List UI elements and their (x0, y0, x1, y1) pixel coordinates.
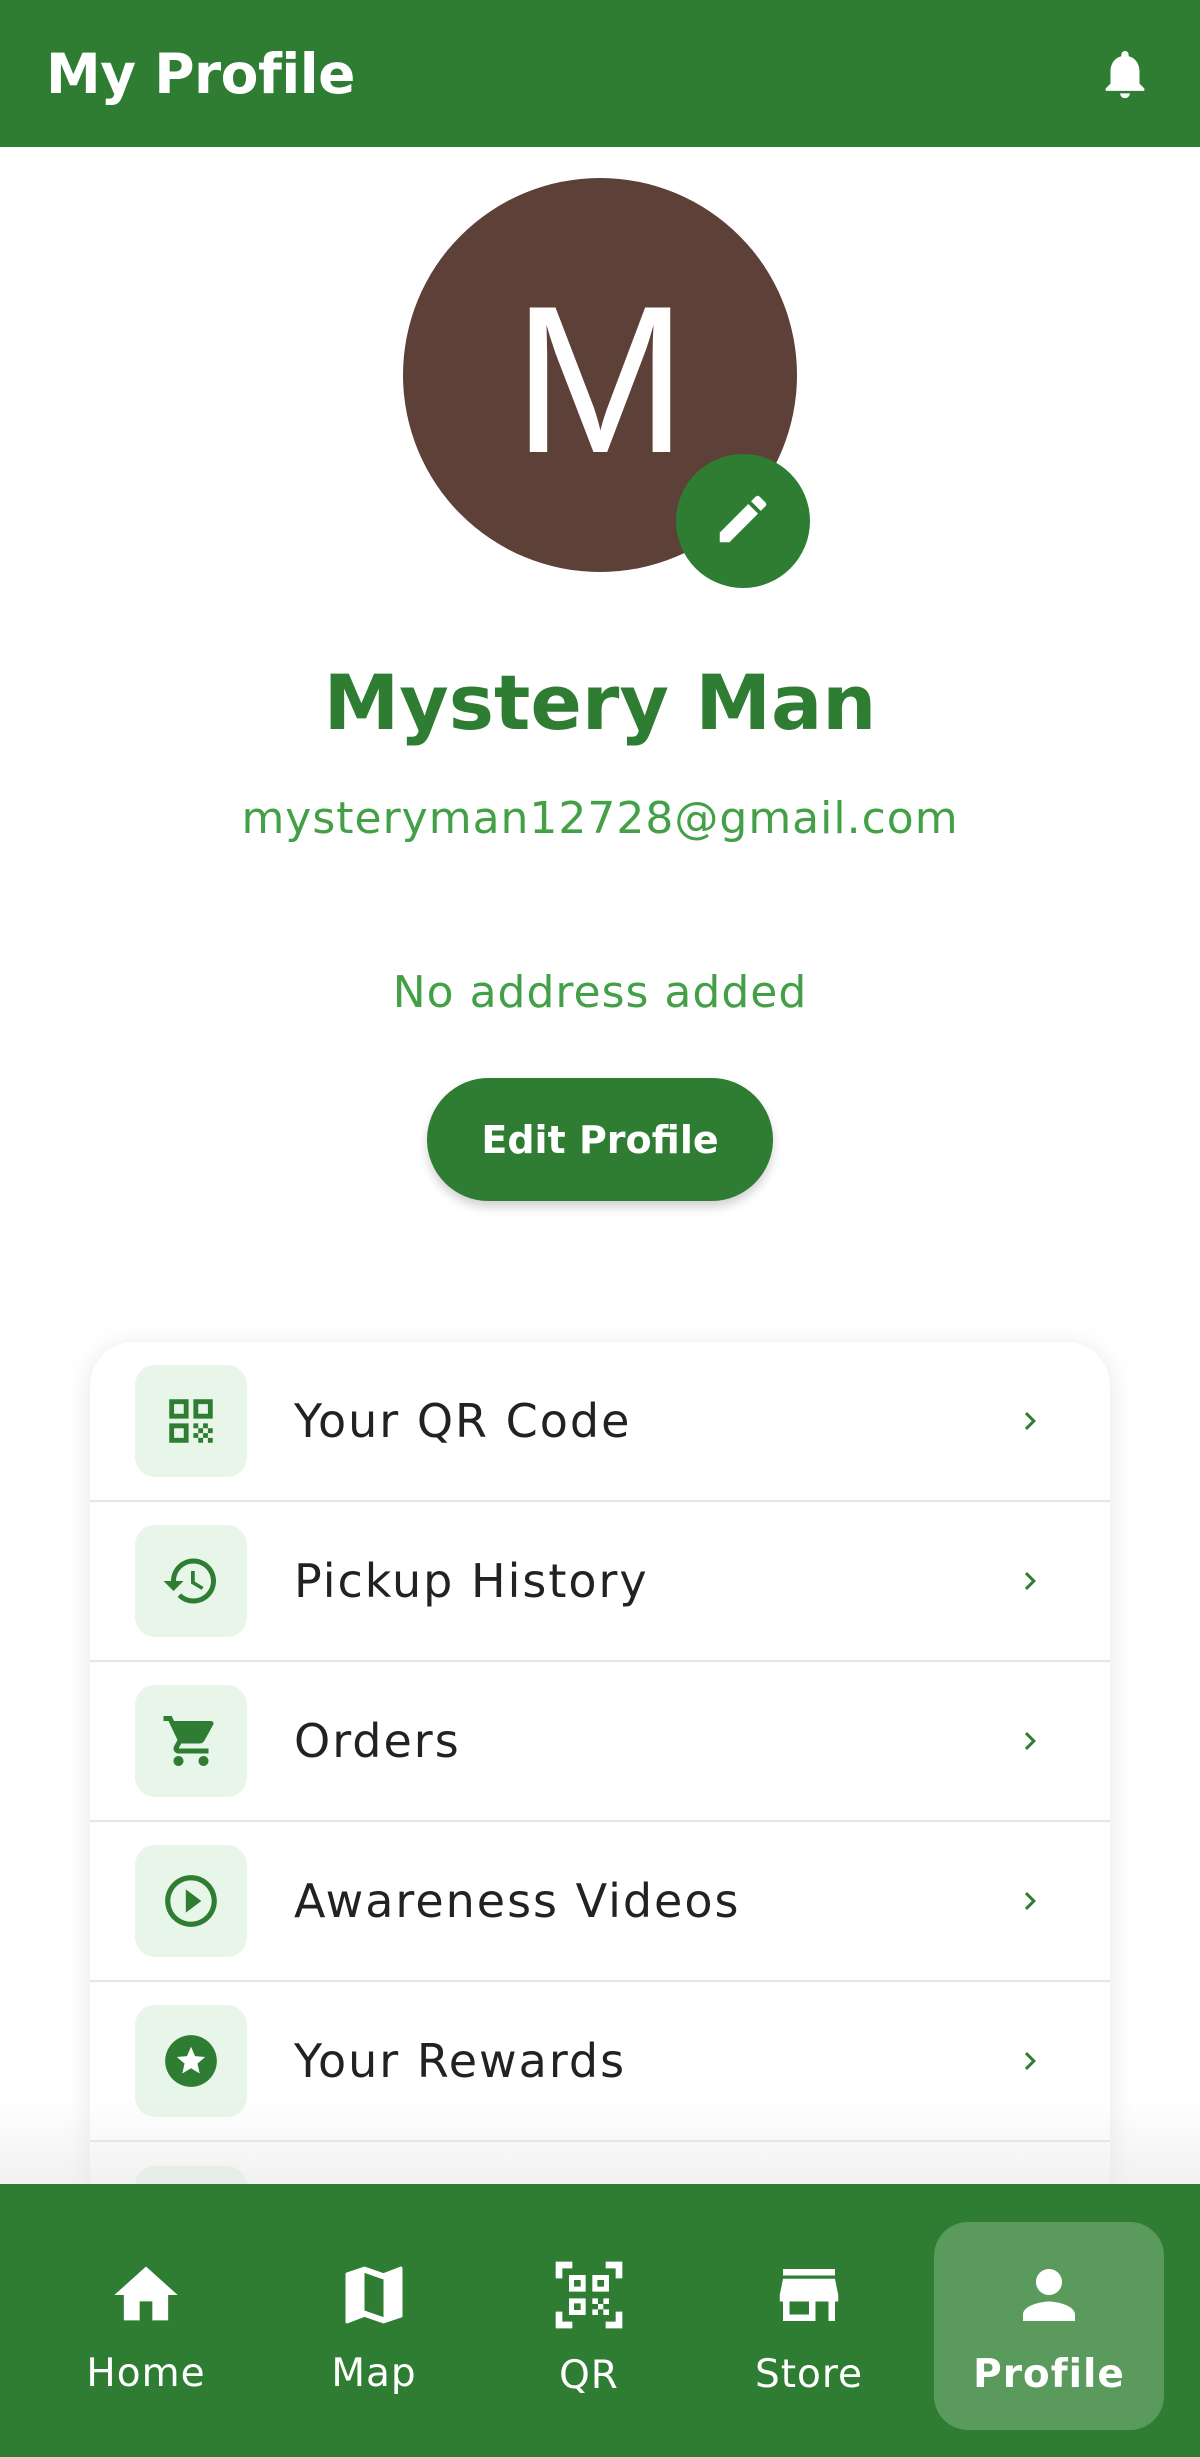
history-icon (135, 1525, 247, 1637)
edit-avatar-button[interactable] (676, 454, 810, 588)
nav-label: Store (754, 2351, 864, 2397)
menu-item-awareness-videos[interactable]: Awareness Videos (90, 1822, 1110, 1982)
notifications-bell-icon[interactable] (1094, 39, 1156, 109)
qr-scan-icon (549, 2255, 629, 2339)
chevron-right-icon (1010, 1721, 1050, 1761)
profile-address: No address added (392, 967, 808, 1018)
menu-item-label: Your Rewards (294, 2034, 627, 2088)
nav-qr[interactable]: QR (499, 2222, 679, 2430)
qr-code-icon (135, 1365, 247, 1477)
page-title: My Profile (46, 41, 355, 106)
nav-label: Profile (973, 2351, 1125, 2397)
chevron-right-icon (1010, 2041, 1050, 2081)
menu-item-label: Orders (294, 1714, 461, 1768)
nav-profile[interactable]: Profile (934, 2222, 1164, 2430)
nav-map[interactable]: Map (284, 2222, 464, 2430)
store-icon (770, 2256, 848, 2338)
menu-item-label: Awareness Videos (294, 1874, 741, 1928)
menu-item-label: Pickup History (294, 1554, 649, 1608)
profile-email: mysteryman12728@gmail.com (241, 793, 959, 844)
chevron-right-icon (1010, 1401, 1050, 1441)
edit-profile-button[interactable]: Edit Profile (427, 1078, 773, 1201)
map-icon (336, 2257, 412, 2337)
avatar-container: M (403, 178, 810, 588)
chevron-right-icon (1010, 1881, 1050, 1921)
nav-home[interactable]: Home (56, 2222, 236, 2430)
menu-item-pickup-history[interactable]: Pickup History (90, 1502, 1110, 1662)
scroll-fade (0, 2100, 1200, 2184)
nav-store[interactable]: Store (719, 2222, 899, 2430)
avatar-initial: M (512, 262, 688, 497)
play-circle-icon (135, 1845, 247, 1957)
nav-label: Home (86, 2350, 206, 2396)
app-bar: My Profile (0, 0, 1200, 147)
nav-label: QR (559, 2352, 619, 2398)
menu-item-label: Your QR Code (294, 1394, 632, 1448)
menu-item-qr-code[interactable]: Your QR Code (90, 1342, 1110, 1502)
person-icon (1010, 2256, 1088, 2338)
bottom-navigation: Home Map QR Store Profile (0, 2184, 1200, 2457)
nav-label: Map (331, 2350, 417, 2396)
profile-name: Mystery Man (323, 658, 877, 747)
menu-item-orders[interactable]: Orders (90, 1662, 1110, 1822)
cart-icon (135, 1685, 247, 1797)
pencil-icon (712, 488, 774, 554)
chevron-right-icon (1010, 1561, 1050, 1601)
profile-menu: Your QR Code Pickup History Orders Aware… (90, 1342, 1110, 2202)
home-icon (108, 2257, 184, 2337)
